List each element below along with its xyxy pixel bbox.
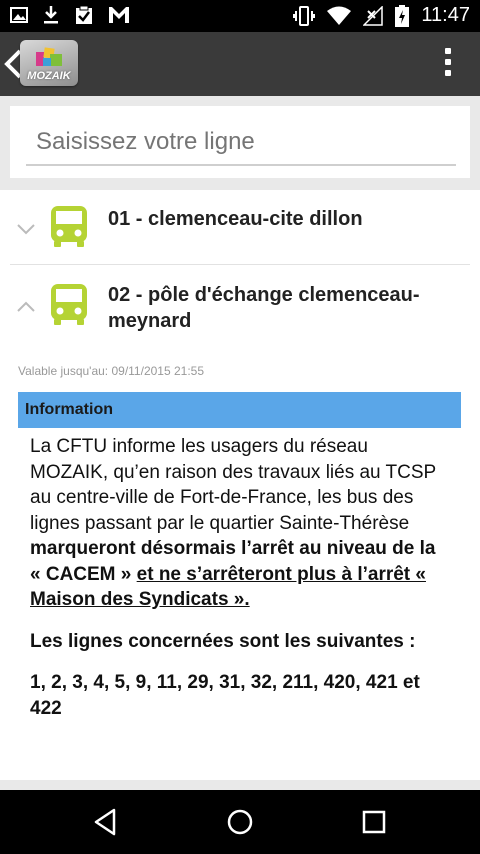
- status-bar: 11:47: [0, 0, 480, 32]
- image-icon: [10, 7, 28, 23]
- info-paragraph-3: 1, 2, 3, 4, 5, 9, 11, 29, 31, 32, 211, 4…: [30, 672, 420, 719]
- mozaik-logo-icon: [36, 47, 62, 66]
- chevron-up-icon[interactable]: [16, 300, 36, 314]
- list-item-line-01[interactable]: 01 - clemenceau-cite dillon: [0, 190, 480, 264]
- system-icons: 11:47: [293, 4, 470, 27]
- bus-icon: [51, 284, 87, 325]
- line-list: 01 - clemenceau-cite dillon 02 - pôle d'…: [0, 190, 480, 780]
- search-input[interactable]: [26, 120, 456, 166]
- app-logo[interactable]: MOZAIK: [20, 40, 78, 86]
- logo-text: MOZAIK: [27, 70, 71, 82]
- line-title: 01 - clemenceau-cite dillon: [108, 208, 363, 230]
- info-header-label: Information: [25, 401, 113, 418]
- home-circle-icon[interactable]: [224, 806, 256, 838]
- info-paragraph-1: La CFTU informe les usagers du réseau MO…: [30, 434, 450, 613]
- no-signal-icon: [363, 5, 384, 26]
- line-title: 02 - pôle d'échange clemenceau-meynard: [108, 284, 420, 332]
- info-paragraph-2: Les lignes concernées sont les suivantes…: [30, 630, 416, 652]
- overflow-menu-icon[interactable]: [444, 48, 452, 80]
- vibrate-icon: [293, 5, 316, 26]
- navigation-bar: [0, 790, 480, 854]
- back-triangle-icon[interactable]: [90, 806, 122, 838]
- chevron-down-icon[interactable]: [16, 222, 36, 236]
- notification-icons: [10, 5, 130, 25]
- bus-icon: [51, 206, 87, 247]
- info-body: La CFTU informe les usagers du réseau MO…: [30, 434, 450, 721]
- gmail-icon: [109, 7, 129, 23]
- info-text: La CFTU informe les usagers du réseau MO…: [30, 436, 436, 534]
- clipboard-check-icon: [76, 5, 92, 24]
- status-time: 11:47: [421, 4, 470, 26]
- search-card: [10, 106, 470, 178]
- validity-text: Valable jusqu'au: 09/11/2015 21:55: [18, 364, 204, 378]
- download-icon: [44, 6, 58, 24]
- recents-square-icon[interactable]: [358, 806, 390, 838]
- battery-charging-icon: [395, 4, 410, 27]
- app-bar: MOZAIK: [0, 32, 480, 96]
- wifi-icon: [327, 6, 352, 25]
- list-item-line-02[interactable]: 02 - pôle d'échange clemenceau-meynard: [0, 265, 480, 355]
- info-header: Information: [18, 392, 461, 428]
